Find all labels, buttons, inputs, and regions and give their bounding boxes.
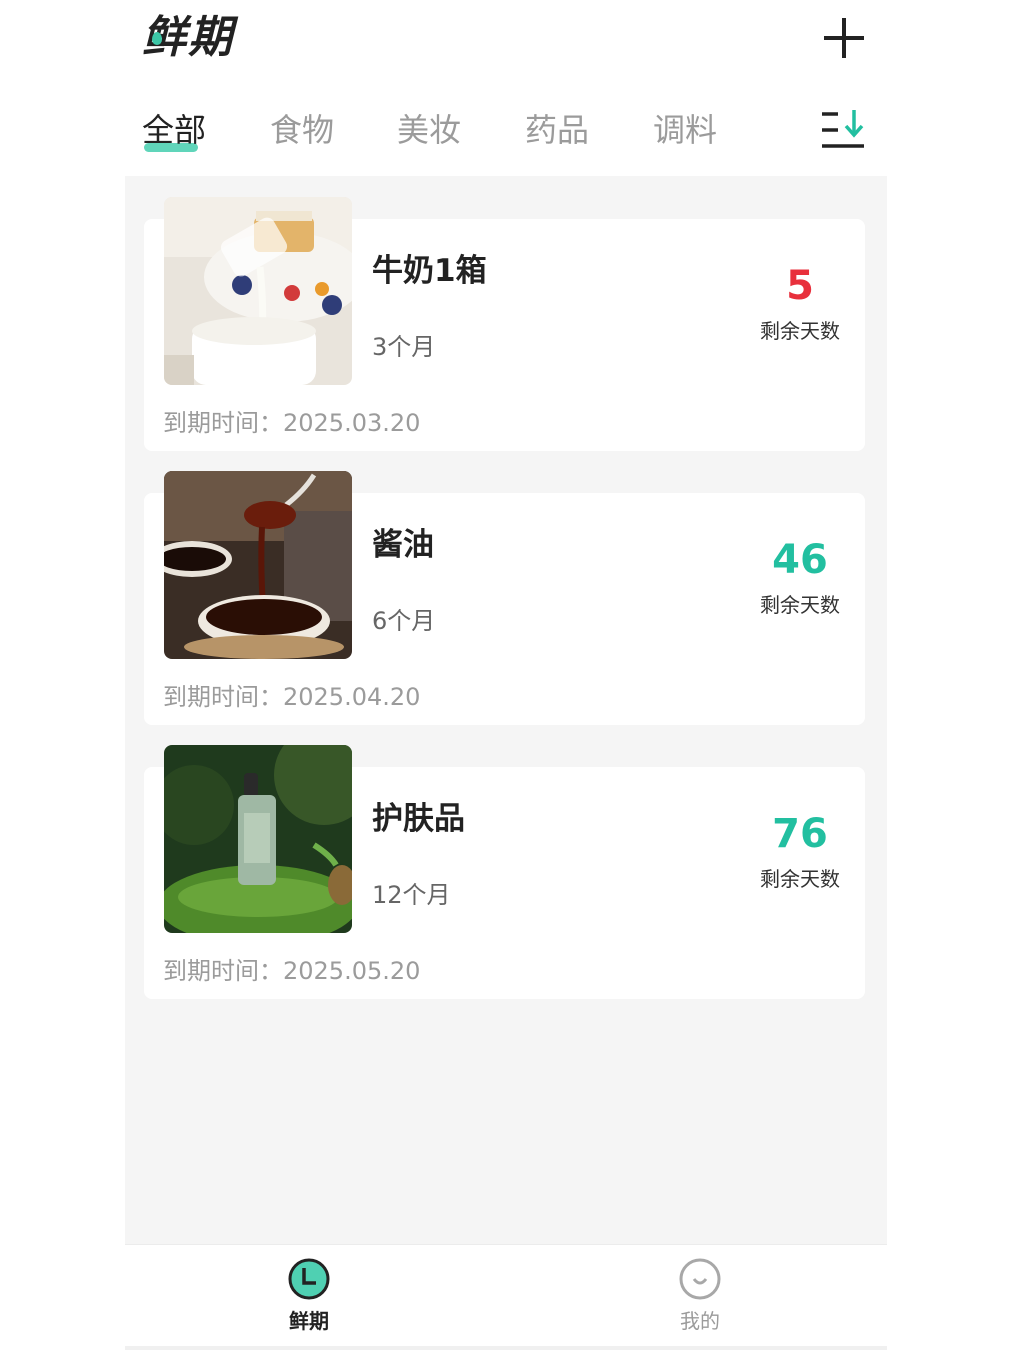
- days-left-value: 5: [786, 263, 814, 309]
- app-root: 鲜期 全部 食物 美妆 药品 调料 牛奶1箱 3个月 5 剩余天数 到期时间：2…: [0, 0, 1012, 1350]
- expire-label: 到期时间：: [163, 683, 283, 711]
- expire-date: 2025.03.20: [283, 409, 421, 437]
- nav-label: 我的: [680, 1309, 720, 1333]
- item-image-soy-sauce: [164, 471, 352, 659]
- expire-date-text: 到期时间：2025.05.20: [163, 951, 420, 986]
- app-logo: 鲜期: [142, 8, 234, 68]
- tab-label: 食物: [270, 111, 335, 149]
- logo-drop-icon: [152, 32, 162, 45]
- item-list: 牛奶1箱 3个月 5 剩余天数 到期时间：2025.03.20 酱油 6个月 4…: [125, 176, 887, 1244]
- item-name: 酱油: [372, 527, 434, 563]
- item-period: 12个月: [372, 881, 451, 909]
- expire-date-text: 到期时间：2025.04.20: [163, 677, 420, 712]
- tab-label: 全部: [142, 111, 207, 149]
- home-indicator-bar: [125, 1346, 887, 1350]
- days-left-label: 剩余天数: [760, 319, 840, 343]
- clock-icon: [288, 1258, 330, 1300]
- tab-label: 调料: [653, 111, 718, 149]
- sort-button[interactable]: [818, 106, 870, 154]
- item-name: 牛奶1箱: [372, 253, 487, 289]
- nav-item-freshness[interactable]: 鲜期: [249, 1257, 369, 1334]
- expire-date: 2025.05.20: [283, 957, 421, 985]
- item-name: 护肤品: [372, 801, 465, 837]
- plus-icon: [824, 18, 864, 58]
- bottom-nav: 鲜期 我的: [125, 1244, 887, 1347]
- days-left-value: 46: [772, 537, 828, 583]
- days-left-label: 剩余天数: [760, 593, 840, 617]
- tab-cosmetics[interactable]: 美妆: [397, 104, 461, 156]
- tab-label: 美妆: [397, 111, 462, 149]
- item-image-skincare: [164, 745, 352, 933]
- item-card[interactable]: 牛奶1箱 3个月 5 剩余天数 到期时间：2025.03.20: [144, 197, 865, 451]
- item-period: 6个月: [372, 607, 436, 635]
- expire-label: 到期时间：: [163, 409, 283, 437]
- tab-all[interactable]: 全部: [142, 104, 206, 156]
- item-card[interactable]: 护肤品 12个月 76 剩余天数 到期时间：2025.05.20: [144, 745, 865, 999]
- expire-date: 2025.04.20: [283, 683, 421, 711]
- tab-food[interactable]: 食物: [270, 104, 334, 156]
- item-card[interactable]: 酱油 6个月 46 剩余天数 到期时间：2025.04.20: [144, 471, 865, 725]
- item-period: 3个月: [372, 333, 436, 361]
- days-left-label: 剩余天数: [760, 867, 840, 891]
- days-left-value: 76: [772, 811, 828, 857]
- item-image-milk: [164, 197, 352, 385]
- expire-date-text: 到期时间：2025.03.20: [163, 403, 420, 438]
- tab-medicine[interactable]: 药品: [525, 104, 589, 156]
- tab-label: 药品: [525, 111, 590, 149]
- add-button[interactable]: [820, 14, 868, 62]
- sort-descending-icon: [822, 110, 864, 148]
- nav-label: 鲜期: [289, 1309, 329, 1333]
- tab-seasoning[interactable]: 调料: [653, 104, 717, 156]
- smile-face-icon: [679, 1258, 721, 1300]
- nav-item-mine[interactable]: 我的: [640, 1257, 760, 1334]
- expire-label: 到期时间：: [163, 957, 283, 985]
